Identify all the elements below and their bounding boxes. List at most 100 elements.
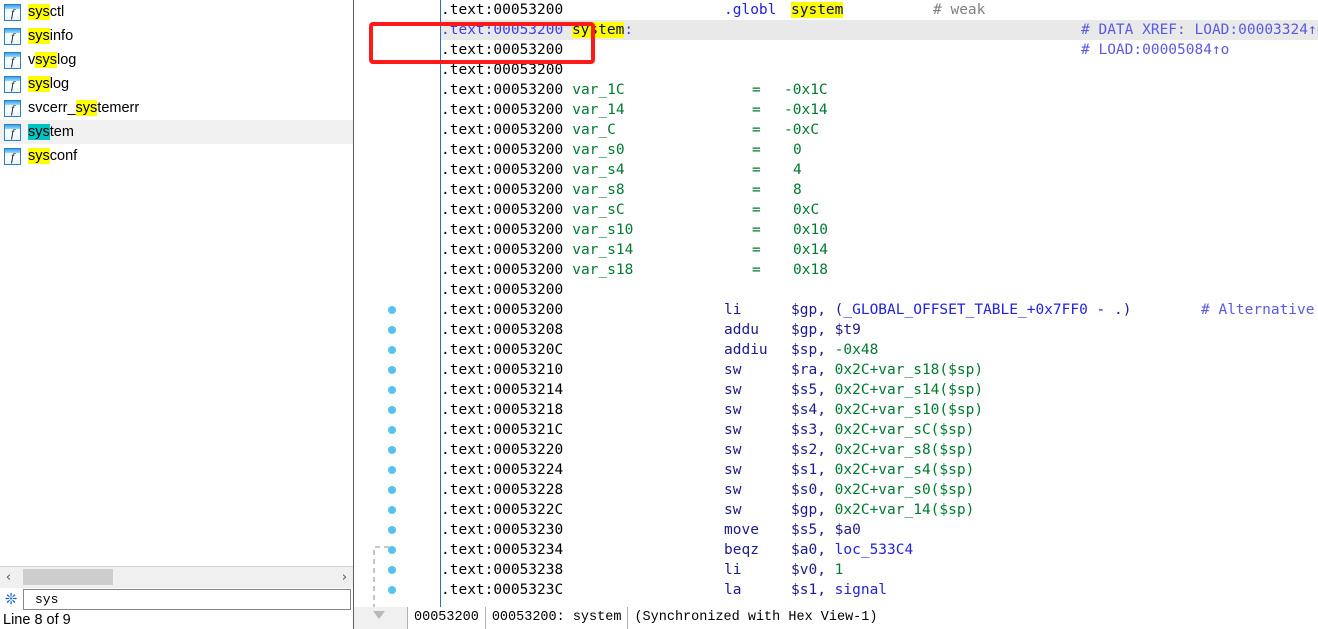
ida-main-window: f sysctl f sysinfo f vsyslog f syslog f svcerr_sy…: [0, 0, 1318, 629]
function-name-label: svcerr_systemerr: [28, 100, 140, 116]
disassembly-line[interactable]: .text:0005323C la $s1, signal: [441, 580, 1318, 600]
instruction-operands[interactable]: $ra, 0x2C+var_s18($sp): [791, 360, 983, 380]
disassembly-line[interactable]: .text:00053200 # LOAD:00005084↑o: [441, 40, 1318, 60]
instruction-operands[interactable]: $s0, 0x2C+var_s0($sp): [791, 480, 974, 500]
scrollbar-thumb[interactable]: [23, 568, 113, 585]
stack-variable-value: 0x14: [793, 242, 828, 258]
disassembly-line[interactable]: .text:00053228 sw $s0, 0x2C+var_s0($sp): [441, 480, 1318, 500]
disassembly-line[interactable]: .text:00053200 system: # DATA XREF: LOAD:…: [441, 20, 1318, 40]
breakpoint-marker-icon[interactable]: [388, 426, 396, 434]
line-address: .text:00053210: [441, 362, 564, 378]
disassembly-line[interactable]: .text:0005321C sw $s3, 0x2C+var_sC($sp): [441, 420, 1318, 440]
function-icon: f: [4, 27, 21, 45]
breakpoint-marker-icon[interactable]: [388, 586, 396, 594]
stack-variable-value: 0: [793, 142, 802, 158]
disassembly-line[interactable]: .text:00053234 beqz $a0, loc_533C4: [441, 540, 1318, 560]
disassembly-line[interactable]: .text:00053200 var_sC = 0xC: [441, 200, 1318, 220]
disassembly-line[interactable]: .text:00053200 var_14 = -0x14: [441, 100, 1318, 120]
disassembly-line[interactable]: .text:00053238 li $v0, 1: [441, 560, 1318, 580]
disassembly-view[interactable]: .text:00053200 .globl system # weak .text:00…: [354, 0, 1318, 629]
disassembly-line[interactable]: .text:00053210 sw $ra, 0x2C+var_s18($sp): [441, 360, 1318, 380]
instruction-operands[interactable]: $gp, (_GLOBAL_OFFSET_TABLE_+0x7FF0 - .): [791, 300, 1131, 320]
disassembly-line[interactable]: .text:0005322C sw $gp, 0x2C+var_14($sp): [441, 500, 1318, 520]
disassembly-line[interactable]: .text:0005320C addiu $sp, -0x48: [441, 340, 1318, 360]
stack-variable-value: 0xC: [793, 202, 820, 218]
function-list-item[interactable]: f svcerr_systemerr: [0, 96, 353, 120]
function-label: system:: [571, 22, 634, 38]
line-address: .text:00053200: [441, 302, 564, 318]
disassembly-line[interactable]: .text:00053200 var_s0 = 0: [441, 140, 1318, 160]
equals-sign: =: [752, 102, 761, 118]
instruction-operands[interactable]: $s1, 0x2C+var_s4($sp): [791, 460, 974, 480]
disassembly-line[interactable]: .text:00053214 sw $s5, 0x2C+var_s14($sp): [441, 380, 1318, 400]
instruction-operands[interactable]: $a0, loc_533C4: [791, 540, 913, 560]
function-list-item[interactable]: f sysctl: [0, 0, 353, 24]
instruction-operands[interactable]: $s1, signal: [791, 580, 887, 600]
instruction-mnemonic: beqz: [724, 542, 759, 558]
instruction-mnemonic: addiu: [724, 342, 768, 358]
stack-variable-value: -0x14: [784, 102, 828, 118]
stack-variable-value: 8: [793, 182, 802, 198]
disassembly-line[interactable]: .text:00053230 move $s5, $a0: [441, 520, 1318, 540]
disassembly-line[interactable]: .text:00053200 li $gp, (_GLOBAL_OFFSET_TAB…: [441, 300, 1318, 320]
instruction-operands[interactable]: $s3, 0x2C+var_sC($sp): [791, 420, 974, 440]
disassembly-line[interactable]: .text:00053224 sw $s1, 0x2C+var_s4($sp): [441, 460, 1318, 480]
disassembly-line[interactable]: .text:00053200 var_1C = -0x1C: [441, 80, 1318, 100]
disassembly-line[interactable]: .text:00053200: [441, 280, 1318, 300]
instruction-operands[interactable]: $v0, 1: [791, 560, 843, 580]
instruction-operands[interactable]: $sp, -0x48: [791, 340, 878, 360]
breakpoint-marker-icon[interactable]: [388, 466, 396, 474]
instruction-operands[interactable]: $gp, $t9: [791, 320, 861, 340]
instruction-operands[interactable]: $s5, 0x2C+var_s14($sp): [791, 380, 983, 400]
line-address: .text:00053224: [441, 462, 564, 478]
disassembly-line[interactable]: .text:00053218 sw $s4, 0x2C+var_s10($sp): [441, 400, 1318, 420]
breakpoint-marker-icon[interactable]: [388, 326, 396, 334]
filter-input[interactable]: [23, 588, 351, 610]
breakpoint-marker-icon[interactable]: [388, 366, 396, 374]
functions-list[interactable]: f sysctl f sysinfo f vsyslog f syslog f svcerr_sy…: [0, 0, 353, 566]
equals-sign: =: [752, 122, 761, 138]
functions-horizontal-scrollbar[interactable]: ‹ ›: [0, 566, 353, 588]
disassembly-line[interactable]: .text:00053200 var_s14 = 0x14: [441, 240, 1318, 260]
breakpoint-marker-icon[interactable]: [388, 526, 396, 534]
clear-filter-icon[interactable]: ❊: [2, 590, 20, 608]
disassembly-line[interactable]: .text:00053200 var_s10 = 0x10: [441, 220, 1318, 240]
function-list-item[interactable]: f vsyslog: [0, 48, 353, 72]
scrollbar-track[interactable]: [17, 566, 336, 588]
function-list-item[interactable]: f sysinfo: [0, 24, 353, 48]
scroll-right-arrow-icon[interactable]: ›: [336, 566, 353, 588]
breakpoint-marker-icon[interactable]: [388, 446, 396, 454]
instruction-operands[interactable]: $s2, 0x2C+var_s8($sp): [791, 440, 974, 460]
breakpoint-marker-icon[interactable]: [388, 346, 396, 354]
disassembly-code-area[interactable]: .text:00053200 .globl system # weak .text:00…: [441, 0, 1318, 607]
line-address: .text:00053200: [441, 242, 564, 258]
instruction-mnemonic: li: [724, 302, 742, 318]
disassembly-line[interactable]: .text:00053200 .globl system # weak: [441, 0, 1318, 20]
breakpoint-marker-icon[interactable]: [388, 546, 396, 554]
function-list-item[interactable]: f sysconf: [0, 144, 353, 168]
disassembly-line[interactable]: .text:00053220 sw $s2, 0x2C+var_s8($sp): [441, 440, 1318, 460]
breakpoint-marker-icon[interactable]: [388, 406, 396, 414]
breakpoint-marker-icon[interactable]: [388, 506, 396, 514]
disassembly-line[interactable]: .text:00053200 var_s8 = 8: [441, 180, 1318, 200]
function-list-item[interactable]: f system: [0, 120, 353, 144]
disassembly-line[interactable]: .text:00053200: [441, 60, 1318, 80]
breakpoint-marker-icon[interactable]: [388, 486, 396, 494]
instruction-operands[interactable]: $gp, 0x2C+var_14($sp): [791, 500, 974, 520]
instruction-mnemonic: sw: [724, 382, 742, 398]
instruction-operands[interactable]: $s4, 0x2C+var_s10($sp): [791, 400, 983, 420]
breakpoint-marker-icon[interactable]: [388, 566, 396, 574]
disassembly-line[interactable]: .text:00053208 addu $gp, $t9: [441, 320, 1318, 340]
breakpoint-marker-icon[interactable]: [388, 306, 396, 314]
line-address: .text:00053200: [441, 262, 564, 278]
scroll-left-arrow-icon[interactable]: ‹: [0, 566, 17, 588]
disassembly-line[interactable]: .text:00053200 var_s4 = 4: [441, 160, 1318, 180]
function-list-item[interactable]: f syslog: [0, 72, 353, 96]
instruction-operands[interactable]: $s5, $a0: [791, 520, 861, 540]
disassembly-line[interactable]: .text:00053200 var_C = -0xC: [441, 120, 1318, 140]
line-address: .text:00053200: [441, 42, 564, 58]
breakpoint-marker-icon[interactable]: [388, 386, 396, 394]
stack-variable-name: var_s10: [572, 222, 634, 238]
disassembly-line[interactable]: .text:00053200 var_s18 = 0x18: [441, 260, 1318, 280]
status-bar-scroll-down-icon[interactable]: [354, 607, 407, 629]
